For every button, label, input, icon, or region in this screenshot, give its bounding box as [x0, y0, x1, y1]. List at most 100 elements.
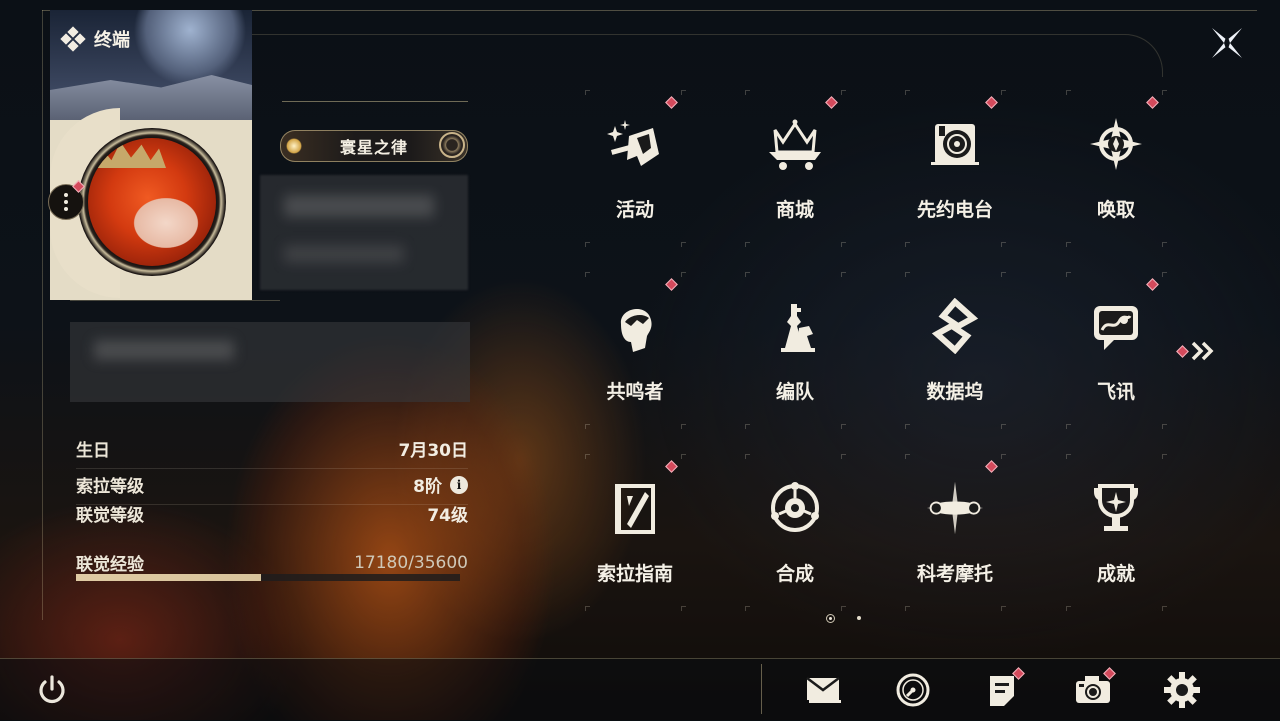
tile-corner-mark — [745, 606, 750, 611]
menu-tile-chess-pieces[interactable]: 编队 — [715, 272, 875, 454]
tile-corner-mark — [1001, 90, 1006, 95]
tile-corner-mark — [1001, 272, 1006, 277]
tile-corner-mark — [841, 454, 846, 459]
info-icon[interactable]: i — [450, 475, 468, 494]
chat-bubble-icon — [1086, 296, 1146, 356]
tile-corner-mark — [905, 606, 910, 611]
notification-badge — [665, 460, 678, 473]
tile-corner-mark — [745, 272, 750, 277]
tile-corner-mark — [1162, 90, 1167, 95]
menu-tile-label: 共鸣者 — [606, 381, 664, 403]
tile-corner-mark — [745, 90, 750, 95]
tile-corner-mark — [905, 454, 910, 459]
tile-corner-mark — [905, 90, 910, 95]
stat-value: 8阶 — [413, 477, 442, 497]
blurred-signature-area — [70, 322, 470, 402]
avatar[interactable] — [88, 138, 216, 266]
panel-header: 终端 — [60, 26, 130, 52]
stat-sola-level: 索拉等级 8阶 i — [76, 472, 468, 497]
tile-corner-mark — [1066, 606, 1071, 611]
power-button[interactable] — [34, 672, 70, 708]
data-dock-icon — [925, 296, 985, 356]
notification-badge — [665, 96, 678, 109]
trophy-icon — [1086, 478, 1146, 538]
notification-badge — [985, 96, 998, 109]
tile-corner-mark — [681, 242, 686, 247]
menu-tile-label: 索拉指南 — [596, 563, 673, 585]
blurred-name-area — [260, 175, 468, 290]
gear-button[interactable] — [1160, 668, 1204, 712]
notes-icon — [986, 672, 1018, 708]
bottom-bar-divider — [761, 664, 762, 714]
tile-corner-mark — [585, 424, 590, 429]
tile-corner-mark — [1162, 606, 1167, 611]
sun-icon — [286, 138, 302, 154]
menu-tile-synthesis-orb[interactable]: 合成 — [715, 454, 875, 636]
page-indicator — [826, 612, 870, 624]
menu-tile-trophy[interactable]: 成就 — [1036, 454, 1196, 636]
divider — [282, 101, 468, 102]
notification-badge — [985, 460, 998, 473]
clock-icon — [895, 672, 931, 708]
page-dot[interactable] — [857, 616, 861, 620]
tile-corner-mark — [681, 90, 686, 95]
notification-badge — [665, 278, 678, 291]
guide-book-icon — [605, 478, 665, 538]
clock-button[interactable] — [891, 668, 935, 712]
tile-corner-mark — [585, 454, 590, 459]
menu-tile-crown-cart[interactable]: 商城 — [715, 90, 875, 272]
tile-corner-mark — [1066, 242, 1071, 247]
tile-corner-mark — [681, 606, 686, 611]
frame-arc — [252, 34, 1163, 77]
tile-corner-mark — [841, 272, 846, 277]
tile-corner-mark — [841, 90, 846, 95]
tile-corner-mark — [841, 606, 846, 611]
tile-corner-mark — [745, 454, 750, 459]
tile-corner-mark — [1066, 424, 1071, 429]
title-plate[interactable]: 寰星之律 — [280, 130, 468, 162]
tile-corner-mark — [585, 272, 590, 277]
menu-tile-label: 先约电台 — [916, 199, 993, 221]
mail-button[interactable] — [801, 668, 845, 712]
tile-corner-mark — [1001, 424, 1006, 429]
radio-disc-icon — [925, 114, 985, 174]
menu-tile-label: 唤取 — [1096, 199, 1135, 221]
menu-tile-label: 飞讯 — [1096, 381, 1135, 403]
menu-tile-chat-bubble[interactable]: 飞讯 — [1036, 272, 1196, 454]
menu-tile-compass-star[interactable]: 唤取 — [1036, 90, 1196, 272]
tile-corner-mark — [1066, 272, 1071, 277]
menu-tile-sparkle-flag[interactable]: 活动 — [555, 90, 715, 272]
exp-progress-bar — [76, 574, 460, 581]
tile-corner-mark — [905, 242, 910, 247]
notification-badge — [825, 96, 838, 109]
power-icon — [39, 675, 65, 704]
tile-corner-mark — [681, 424, 686, 429]
notification-badge — [1146, 96, 1159, 109]
menu-tile-radio-disc[interactable]: 先约电台 — [875, 90, 1035, 272]
crown-cart-icon — [765, 114, 825, 174]
terminal-icon — [60, 26, 86, 52]
tile-corner-mark — [585, 90, 590, 95]
menu-tile-label: 数据坞 — [926, 381, 984, 403]
stat-union-level: 联觉等级 74级 — [76, 501, 468, 526]
close-button[interactable] — [1208, 24, 1246, 62]
tile-corner-mark — [585, 606, 590, 611]
more-dots-icon — [64, 193, 68, 197]
disc-icon — [439, 132, 465, 158]
next-page-button[interactable] — [1176, 338, 1224, 364]
tile-corner-mark — [1001, 454, 1006, 459]
stat-label: 联觉经验 — [76, 555, 144, 575]
tile-corner-mark — [1001, 606, 1006, 611]
stat-union-exp: 联觉经验 17180/35600 — [76, 550, 468, 576]
character-head-icon — [605, 296, 665, 356]
menu-tile-character-head[interactable]: 共鸣者 — [555, 272, 715, 454]
page-dot-active[interactable] — [826, 613, 835, 623]
mail-icon — [803, 674, 843, 706]
tile-corner-mark — [1162, 272, 1167, 277]
menu-tile-motorcycle[interactable]: 科考摩托 — [875, 454, 1035, 636]
stat-label: 索拉等级 — [76, 477, 144, 497]
tile-corner-mark — [745, 242, 750, 247]
menu-tile-guide-book[interactable]: 索拉指南 — [555, 454, 715, 636]
menu-tile-data-dock[interactable]: 数据坞 — [875, 272, 1035, 454]
next-page-badge — [1176, 344, 1189, 358]
